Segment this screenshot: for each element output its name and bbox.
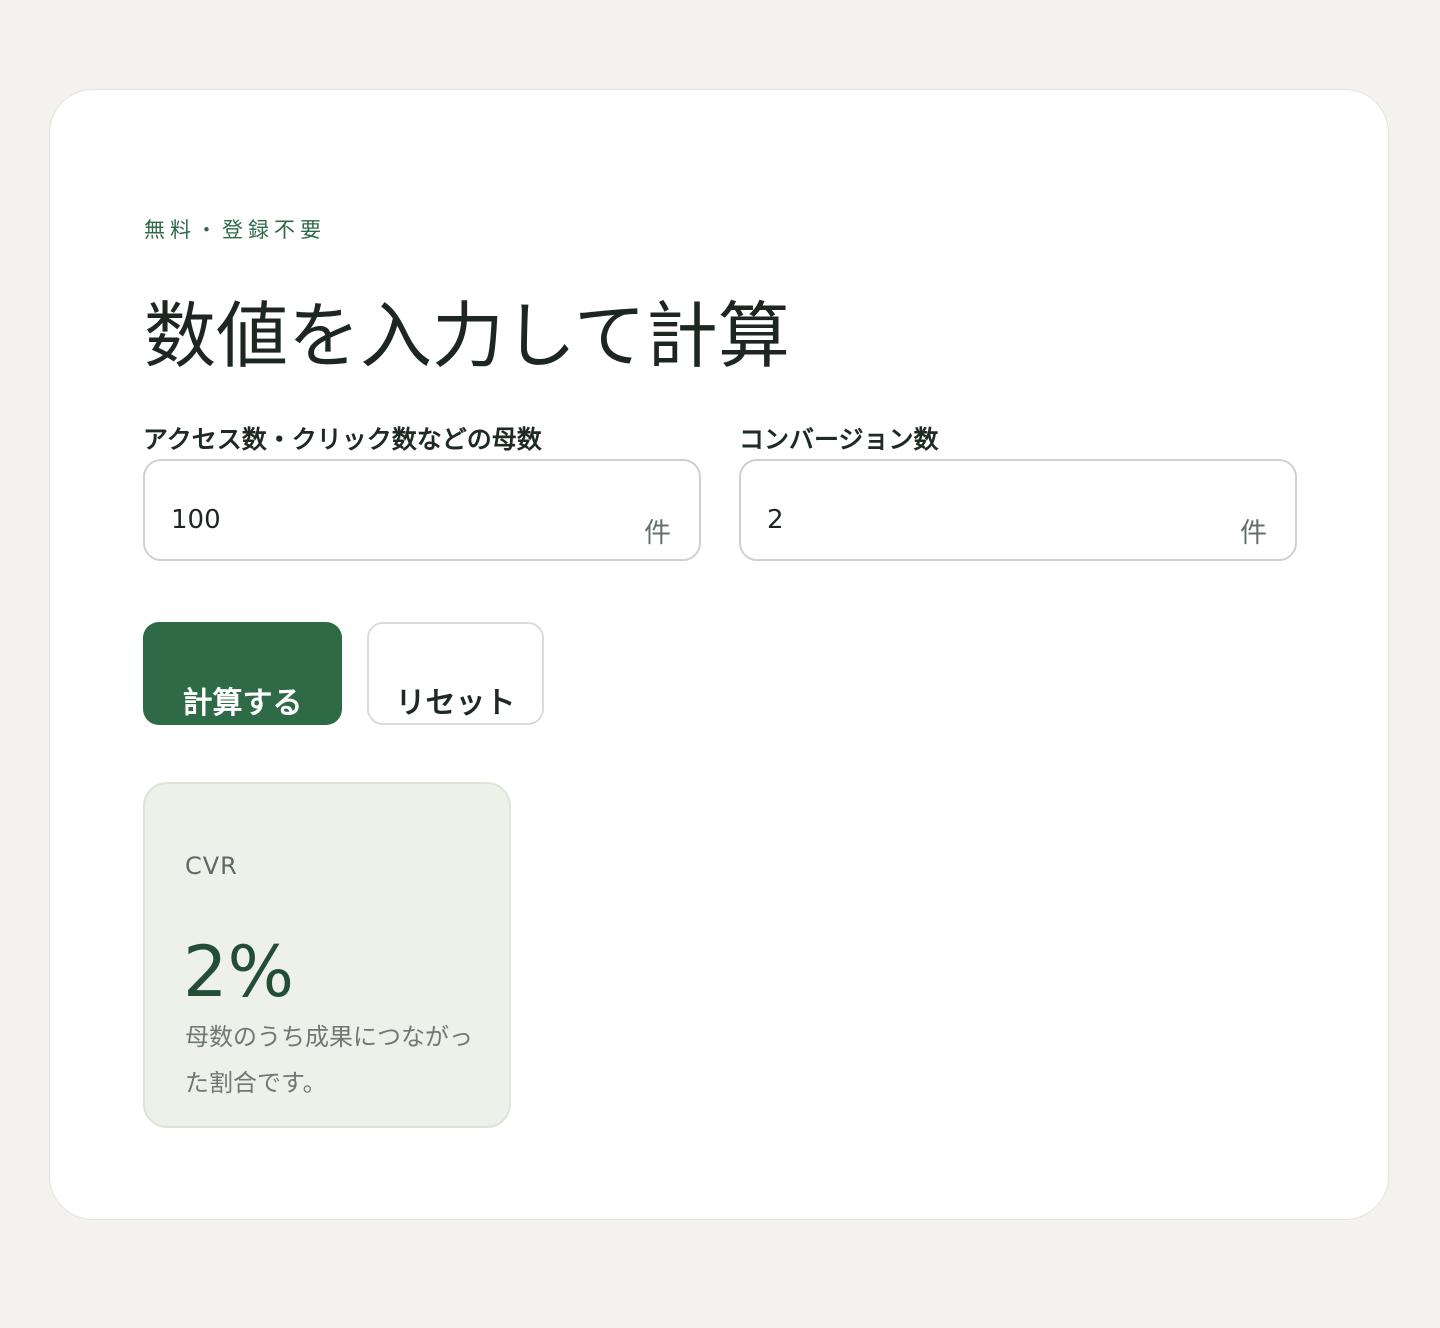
page-title: 数値を入力して計算 [144, 294, 790, 378]
population-label: アクセス数・クリック数などの母数 [143, 425, 542, 454]
result-label: CVR [185, 852, 238, 880]
calculate-button[interactable]: 計算する [143, 622, 342, 725]
calculator-card: 無料・登録不要 数値を入力して計算 アクセス数・クリック数などの母数 件 コンバ… [49, 89, 1389, 1220]
conversions-input[interactable] [767, 505, 1187, 535]
result-description: 母数のうち成果につながった割合です。 [185, 1023, 473, 1097]
reset-button[interactable]: リセット [367, 622, 544, 725]
conversions-label: コンバージョン数 [739, 425, 939, 454]
conversions-field[interactable]: 件 [739, 459, 1297, 561]
free-badge: 無料・登録不要 [144, 218, 326, 242]
population-input[interactable] [171, 505, 591, 535]
result-card: CVR 2% 母数のうち成果につながった割合です。 [143, 782, 511, 1128]
population-field[interactable]: 件 [143, 459, 701, 561]
result-value: 2% [183, 931, 295, 1013]
conversions-unit: 件 [1240, 518, 1267, 549]
population-unit: 件 [644, 518, 671, 549]
